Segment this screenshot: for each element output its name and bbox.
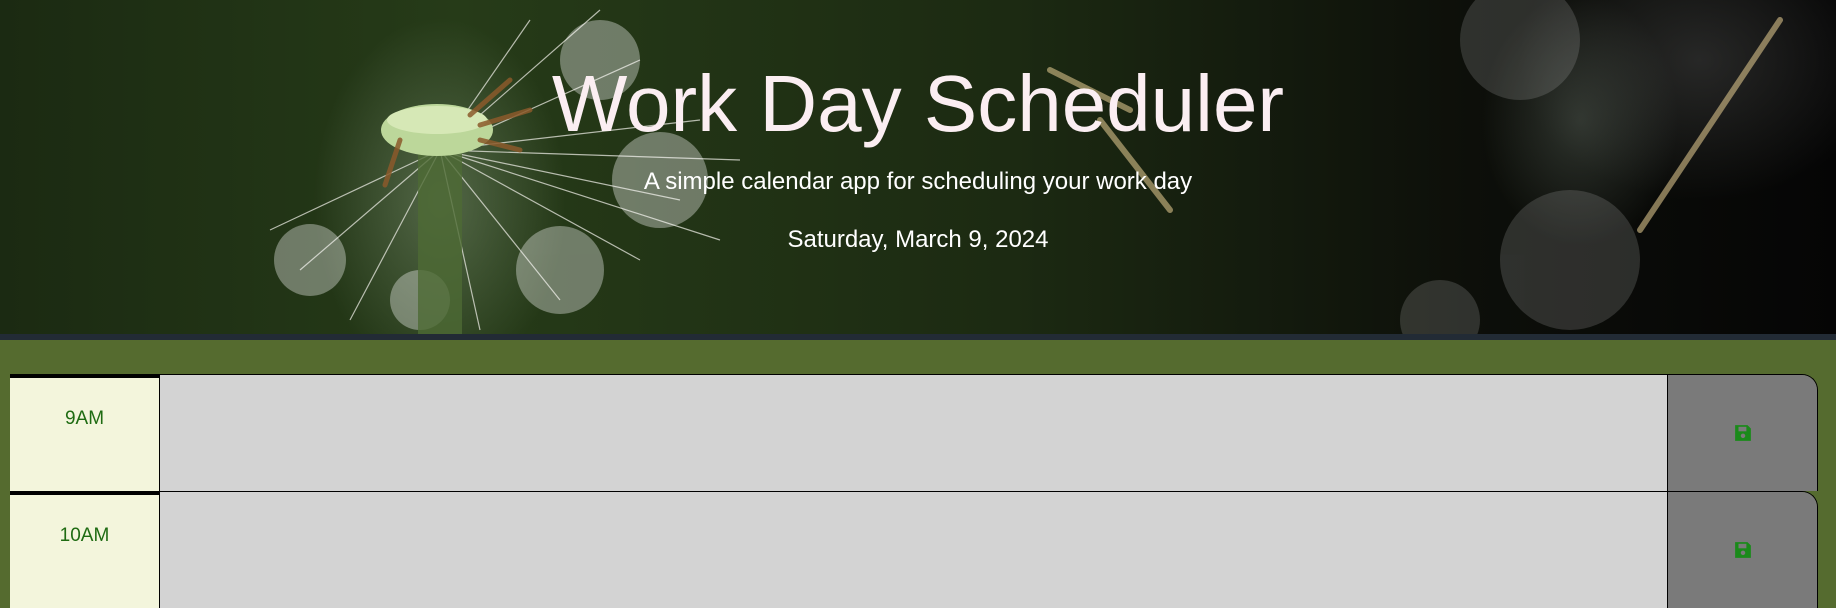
current-day: Saturday, March 9, 2024 bbox=[787, 226, 1049, 253]
page-subtitle: A simple calendar app for scheduling you… bbox=[643, 168, 1193, 195]
description-input[interactable] bbox=[160, 375, 1667, 491]
hour-label: 10AM bbox=[10, 492, 160, 608]
time-block-list: 9AM 10AM bbox=[10, 374, 1818, 608]
hour-label: 9AM bbox=[10, 375, 160, 491]
save-button[interactable] bbox=[1667, 375, 1817, 491]
save-button[interactable] bbox=[1667, 492, 1817, 608]
floppy-disk-icon bbox=[1734, 542, 1751, 558]
floppy-disk-icon bbox=[1734, 425, 1751, 441]
header-banner: Work Day Scheduler A simple calendar app… bbox=[0, 0, 1836, 340]
time-block-10am: 10AM bbox=[10, 491, 1818, 608]
page-title: Work Day Scheduler bbox=[551, 59, 1285, 148]
time-block-9am: 9AM bbox=[10, 374, 1818, 491]
description-input[interactable] bbox=[160, 492, 1667, 608]
header-bottom-border bbox=[0, 334, 1836, 340]
